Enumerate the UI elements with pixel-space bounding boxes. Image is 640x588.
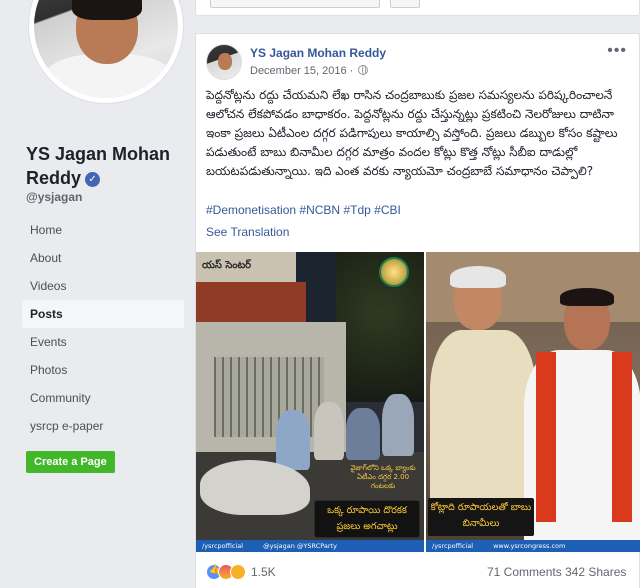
- nav-item-photos[interactable]: Photos: [22, 356, 184, 384]
- nav-item-about[interactable]: About: [22, 244, 184, 272]
- photo-scarf: [612, 352, 632, 522]
- post-photo-two-men[interactable]: కోట్లాది రూపాయలతో బాబు బినామీలు /ysrcpof…: [426, 252, 640, 552]
- comments-count-link[interactable]: 71 Comments: [487, 565, 562, 579]
- photo-caption: కోట్లాది రూపాయలతో బాబు బినామీలు: [428, 498, 534, 536]
- see-translation-link[interactable]: See Translation: [206, 225, 289, 239]
- globe-icon: [358, 65, 369, 75]
- post-author-avatar[interactable]: [206, 44, 242, 80]
- nav-item-events[interactable]: Events: [22, 328, 184, 356]
- photo-person: [382, 394, 414, 456]
- post-photo-atm-queue[interactable]: యస్ సెంటర్ వైజాగ్‌లోని ఒక్క బ్యాంకు ఏటీఎ…: [196, 252, 424, 552]
- nav-item-community[interactable]: Community: [22, 384, 184, 412]
- create-page-button[interactable]: Create a Page: [26, 451, 115, 473]
- sad-reaction-icon: [230, 564, 246, 580]
- photo-shop-banner: యస్ సెంటర్: [196, 252, 296, 282]
- post-text: పెద్దనోట్లను రద్దు చేయమని లేఖ రాసిన చంద్…: [206, 88, 618, 178]
- post-hashtags: #Demonetisation #NCBN #Tdp #CBI: [206, 203, 401, 217]
- shares-count-link[interactable]: 342 Shares: [565, 565, 626, 579]
- post-author-name[interactable]: YS Jagan Mohan Reddy: [250, 46, 386, 60]
- photo-person-left-hair: [450, 266, 506, 288]
- nav-item-posts[interactable]: Posts: [22, 300, 184, 328]
- photo-scarf: [536, 352, 556, 522]
- photo-caption: ఒక్క రూపాయి దొరకక ప్రజలు అగచాట్లు: [314, 500, 420, 538]
- hashtag-link[interactable]: #NCBN: [299, 203, 340, 217]
- post-date-text: December 15, 2016: [250, 65, 347, 77]
- photo-roof: [196, 282, 306, 322]
- profile-picture[interactable]: [28, 0, 184, 104]
- post-card: YS Jagan Mohan Reddy December 15, 2016 ·…: [195, 33, 640, 588]
- reaction-count[interactable]: 1.5K: [251, 565, 276, 579]
- nav-item-videos[interactable]: Videos: [22, 272, 184, 300]
- previous-post-action-button[interactable]: [210, 0, 380, 8]
- footer-text: www.ysrcongress.com: [493, 542, 566, 550]
- avatar-face: [218, 53, 232, 70]
- photo-person: [346, 408, 380, 460]
- footer-text: /ysrcpofficial: [202, 542, 244, 550]
- nav-item-ysrcp-epaper[interactable]: ysrcp e-paper: [22, 412, 184, 440]
- photo-footer-strip: /ysrcpofficial www.ysrcongress.com: [426, 540, 640, 552]
- previous-post-action-button[interactable]: [390, 0, 420, 8]
- photo-footer-strip: /ysrcpofficial @ysjagan @YSRCParty: [196, 540, 424, 552]
- photo-stamp-text: వైజాగ్‌లోని ఒక్క బ్యాంకు ఏటీఎం దగ్గర 2.0…: [350, 464, 416, 490]
- profile-photo: [34, 0, 178, 98]
- photo-banner-text: యస్ సెంటర్: [202, 260, 252, 271]
- page-nav: Home About Videos Posts Events Photos Co…: [22, 216, 184, 440]
- party-logo-icon: [379, 257, 409, 287]
- verified-badge-icon: ✓: [85, 172, 101, 187]
- footer-text: /ysrcpofficial: [432, 542, 474, 550]
- nav-item-home[interactable]: Home: [22, 216, 184, 244]
- profile-photo-hair: [72, 0, 142, 20]
- photo-person-right-hair: [560, 288, 614, 306]
- photo-person: [314, 402, 344, 460]
- page-name[interactable]: YS Jagan Mohan Reddy ✓: [26, 142, 186, 190]
- more-options-icon[interactable]: •••: [607, 42, 627, 60]
- hashtag-link[interactable]: #Demonetisation: [206, 203, 296, 217]
- hashtag-link[interactable]: #CBI: [374, 203, 401, 217]
- page-handle[interactable]: @ysjagan: [26, 190, 82, 204]
- photo-person: [276, 410, 310, 470]
- post-timestamp[interactable]: December 15, 2016 ·: [250, 65, 369, 77]
- previous-post-card: [195, 0, 640, 16]
- footer-text: @ysjagan @YSRCParty: [263, 542, 337, 550]
- hashtag-link[interactable]: #Tdp: [343, 203, 370, 217]
